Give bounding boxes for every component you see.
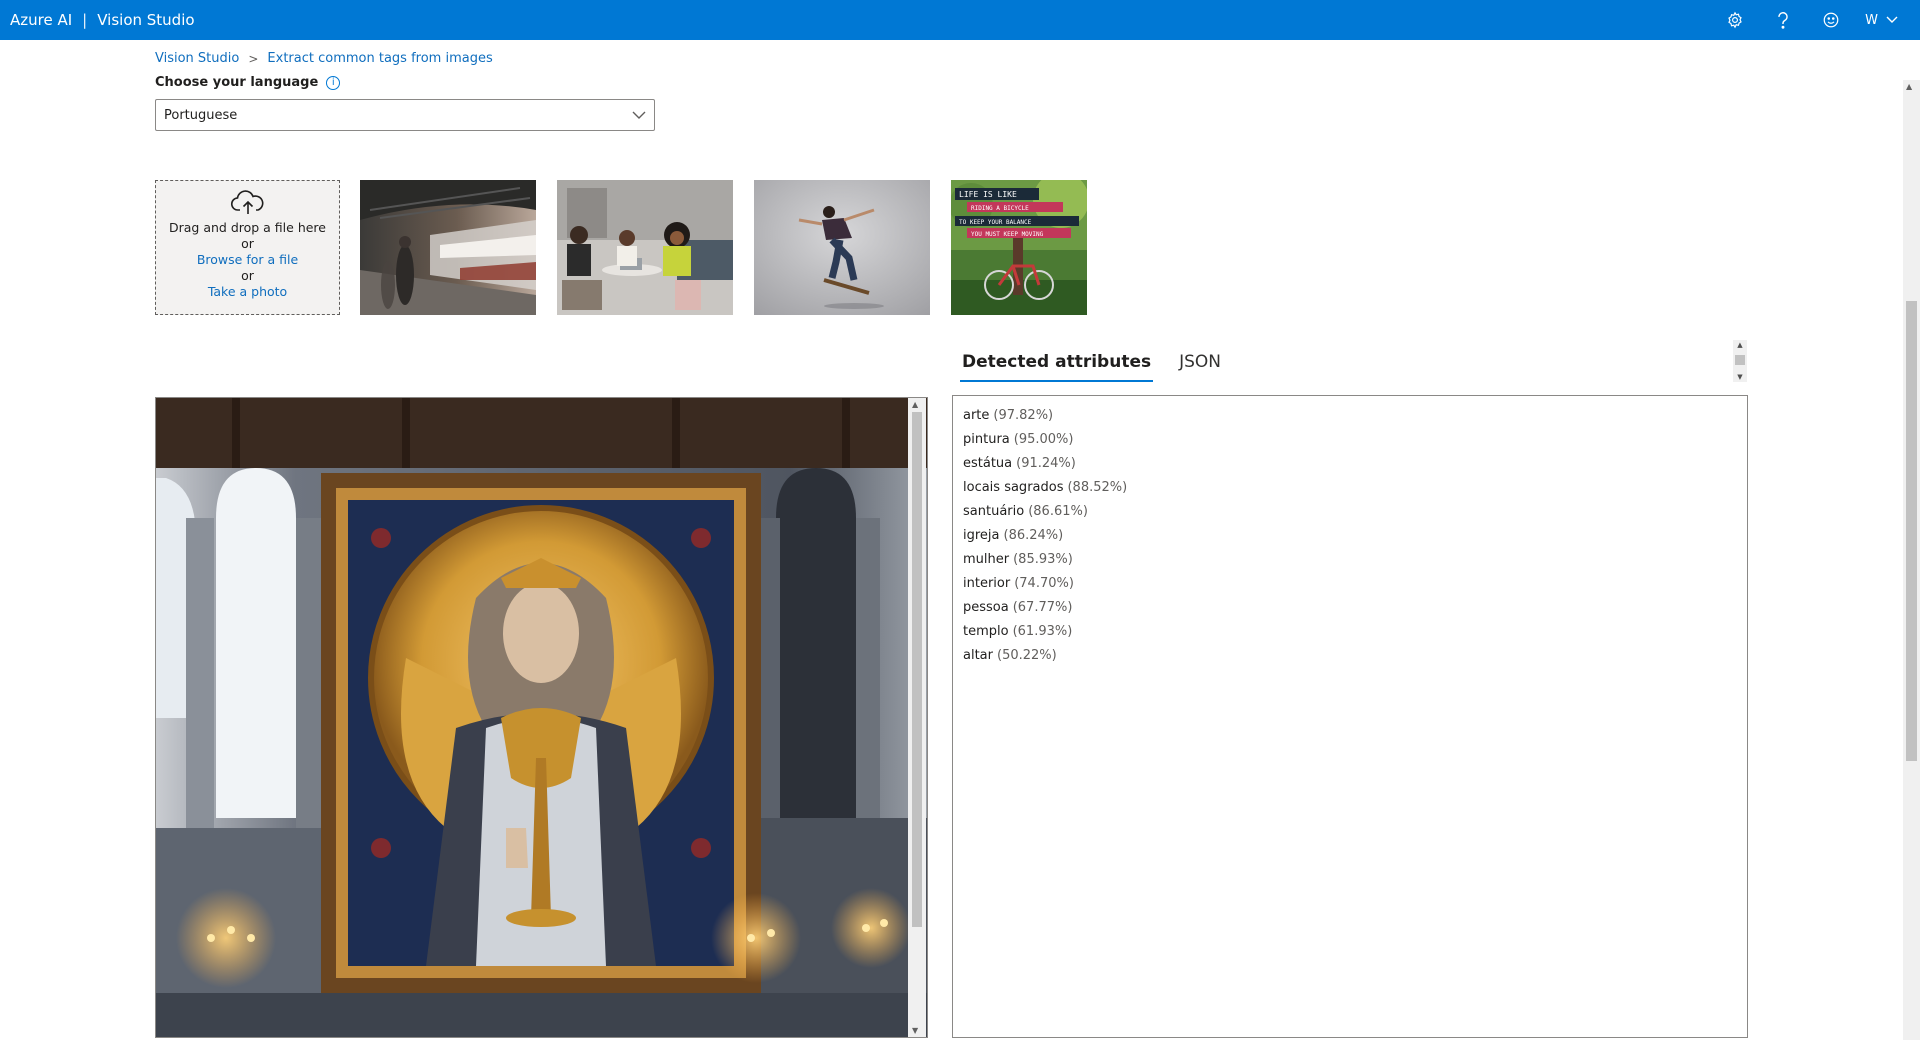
result-tabs: Detected attributes JSON [960, 348, 1223, 382]
tag-item: mulher (85.93%) [963, 552, 1073, 567]
scroll-up-icon[interactable]: ▲ [912, 400, 918, 409]
tag-item: santuário (86.61%) [963, 504, 1088, 519]
brand-separator: | [82, 11, 88, 29]
brand-name: Azure AI [10, 11, 73, 29]
breadcrumb-home-link[interactable]: Vision Studio [155, 51, 239, 66]
upload-dropzone[interactable]: Drag and drop a file here or Browse for … [155, 180, 340, 315]
upload-instruction: Drag and drop a file here [169, 220, 326, 235]
scroll-up-icon[interactable]: ▲ [1735, 341, 1745, 349]
user-avatar: W [1865, 12, 1878, 28]
detected-attributes-panel: arte (97.82%) pintura (95.00%) estátua (91.… [952, 395, 1748, 1038]
user-menu[interactable]: W [1855, 13, 1902, 28]
tag-item: pintura (95.00%) [963, 432, 1074, 447]
image-scrollbar-thumb[interactable] [912, 412, 922, 927]
image-scrollbar[interactable]: ▲ ▼ [908, 398, 926, 1037]
tag-item: igreja (86.24%) [963, 528, 1064, 543]
tab-json[interactable]: JSON [1177, 348, 1223, 382]
sample-image-meeting[interactable] [557, 180, 733, 315]
bicycle-quote-image: LIFE IS LIKE RIDING A BICYCLE TO KEEP YO… [951, 180, 1087, 315]
top-actions: W [1711, 0, 1902, 40]
page-scrollbar[interactable]: ▲ [1903, 80, 1920, 1040]
upload-or-1: or [241, 236, 254, 251]
scroll-down-icon[interactable]: ▼ [1735, 373, 1745, 381]
help-icon[interactable] [1759, 0, 1807, 40]
skateboarder-image [754, 180, 930, 315]
page-scrollbar-thumb[interactable] [1906, 301, 1917, 761]
tag-item: interior (74.70%) [963, 576, 1074, 591]
tag-item: templo (61.93%) [963, 624, 1073, 639]
meeting-image [557, 180, 733, 315]
train-station-image [360, 180, 536, 315]
svg-text:LIFE IS LIKE: LIFE IS LIKE [959, 190, 1017, 199]
saint-painting-image [156, 398, 927, 1037]
cloud-upload-icon [230, 190, 263, 214]
sample-image-train-station[interactable] [360, 180, 536, 315]
upload-or-2: or [241, 268, 254, 283]
smiley-icon[interactable] [1807, 0, 1855, 40]
scroll-up-icon[interactable]: ▲ [1906, 82, 1912, 91]
tag-item: altar (50.22%) [963, 648, 1057, 663]
tag-item: pessoa (67.77%) [963, 600, 1073, 615]
product-name: Vision Studio [97, 11, 195, 29]
gear-icon[interactable] [1711, 0, 1759, 40]
analyzed-image [155, 397, 928, 1038]
browse-file-link[interactable]: Browse for a file [197, 252, 298, 268]
take-photo-link[interactable]: Take a photo [208, 284, 287, 300]
tag-item: estátua (91.24%) [963, 456, 1076, 471]
breadcrumb: Vision Studio > Extract common tags from… [155, 51, 493, 66]
svg-text:TO KEEP YOUR BALANCE: TO KEEP YOUR BALANCE [959, 219, 1032, 226]
brand[interactable]: Azure AI | Vision Studio [0, 11, 195, 29]
info-icon[interactable]: i [326, 75, 341, 90]
tabs-scrollbar[interactable]: ▲ ▼ [1733, 340, 1747, 382]
chevron-down-icon [632, 111, 646, 119]
svg-text:YOU MUST KEEP MOVING: YOU MUST KEEP MOVING [971, 231, 1044, 238]
tag-item: locais sagrados (88.52%) [963, 480, 1128, 495]
top-bar: Azure AI | Vision Studio W [0, 0, 1920, 40]
tabs-scrollbar-thumb[interactable] [1735, 355, 1745, 365]
sample-image-skateboarder[interactable] [754, 180, 930, 315]
language-selected: Portuguese [164, 107, 238, 123]
svg-text:RIDING A BICYCLE: RIDING A BICYCLE [971, 205, 1029, 212]
breadcrumb-chevron-icon: > [248, 51, 259, 66]
language-label-text: Choose your language [155, 75, 319, 90]
tag-item: arte (97.82%) [963, 408, 1054, 423]
chevron-down-icon [1886, 16, 1898, 23]
scroll-down-icon[interactable]: ▼ [912, 1026, 918, 1035]
tab-detected-attributes[interactable]: Detected attributes [960, 348, 1154, 382]
language-label: Choose your language i [155, 75, 341, 90]
sample-image-bicycle-quote[interactable]: LIFE IS LIKE RIDING A BICYCLE TO KEEP YO… [951, 180, 1087, 315]
language-dropdown[interactable]: Portuguese [155, 99, 655, 131]
breadcrumb-current-link[interactable]: Extract common tags from images [267, 51, 492, 66]
